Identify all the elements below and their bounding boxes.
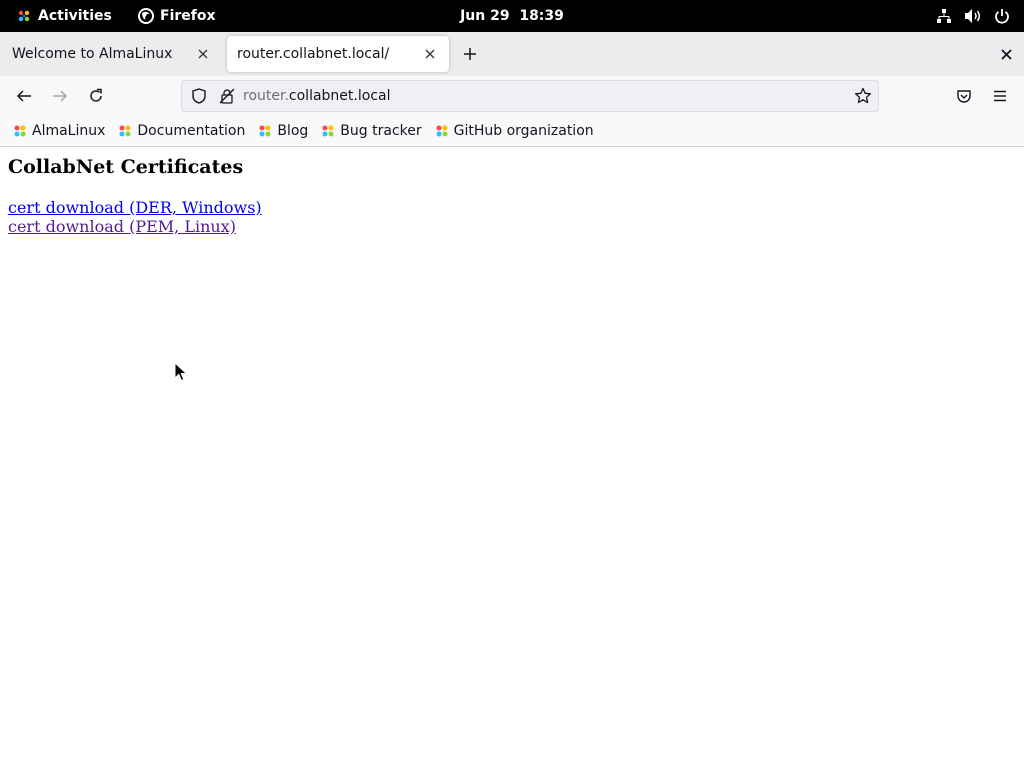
window-close-icon[interactable] xyxy=(996,44,1016,64)
forward-arrow-icon[interactable] xyxy=(48,84,72,108)
close-tab-icon[interactable] xyxy=(194,45,212,63)
clock-button[interactable]: Jun 29 18:39 xyxy=(460,8,564,24)
almalinux-favicon-icon xyxy=(12,123,28,139)
page-content: CollabNet Certificates cert download (DE… xyxy=(0,148,1024,768)
url-subdomain: router. xyxy=(243,88,289,104)
tab-title: Welcome to AlmaLinux xyxy=(12,46,173,62)
almalinux-favicon-icon xyxy=(320,123,336,139)
bookmark-star-icon[interactable] xyxy=(854,87,872,105)
tab-router-collabnet[interactable]: router.collabnet.local/ xyxy=(227,36,449,72)
bookmark-label: GitHub organization xyxy=(453,123,594,139)
tab-title: router.collabnet.local/ xyxy=(237,46,390,62)
cert-download-der-link[interactable]: cert download (DER, Windows) xyxy=(8,198,262,217)
tracking-protection-shield-icon[interactable] xyxy=(190,87,208,105)
bookmark-label: Documentation xyxy=(137,123,246,139)
activities-label: Activities xyxy=(38,8,112,24)
close-tab-icon[interactable] xyxy=(421,45,439,63)
navigation-toolbar: router. collabnet.local xyxy=(0,76,1024,116)
mouse-pointer-icon xyxy=(174,361,188,382)
tab-almalinux-welcome[interactable]: Welcome to AlmaLinux xyxy=(2,36,222,72)
system-tray[interactable] xyxy=(936,0,1010,32)
url-text[interactable]: router. collabnet.local xyxy=(243,81,390,111)
url-domain: collabnet.local xyxy=(288,88,391,104)
insecure-lock-icon[interactable] xyxy=(218,87,236,105)
new-tab-plus-icon[interactable] xyxy=(458,42,482,66)
time-label: 18:39 xyxy=(519,8,564,24)
reload-icon[interactable] xyxy=(84,84,108,108)
bookmark-documentation[interactable]: Documentation xyxy=(115,119,247,143)
back-arrow-icon[interactable] xyxy=(12,84,36,108)
almalinux-logo-icon xyxy=(16,8,32,24)
tab-strip: Welcome to AlmaLinux router.collabnet.lo… xyxy=(0,32,1024,76)
app-menu-button[interactable]: Firefox xyxy=(138,0,216,32)
date-label: Jun 29 xyxy=(460,8,510,24)
almalinux-favicon-icon xyxy=(117,123,133,139)
bookmark-label: AlmaLinux xyxy=(32,123,106,139)
volume-icon[interactable] xyxy=(964,8,982,24)
power-icon[interactable] xyxy=(994,8,1010,24)
hamburger-menu-icon[interactable] xyxy=(988,84,1012,108)
address-bar[interactable]: router. collabnet.local xyxy=(181,80,879,112)
bookmark-bug-tracker[interactable]: Bug tracker xyxy=(318,119,423,143)
activities-button[interactable]: Activities xyxy=(16,0,112,32)
network-icon[interactable] xyxy=(936,8,952,24)
bookmark-github-organization[interactable]: GitHub organization xyxy=(432,119,596,143)
cert-download-pem-link[interactable]: cert download (PEM, Linux) xyxy=(8,217,262,236)
bookmarks-toolbar: AlmaLinux Documentation Blog Bug tracker… xyxy=(0,116,1024,147)
bookmark-label: Blog xyxy=(277,123,309,139)
system-top-bar: Activities Firefox Jun 29 18:39 xyxy=(0,0,1024,32)
app-name: Firefox xyxy=(160,8,216,24)
pocket-icon[interactable] xyxy=(952,84,976,108)
page-heading: CollabNet Certificates xyxy=(8,156,244,178)
bookmark-almalinux[interactable]: AlmaLinux xyxy=(10,119,107,143)
firefox-icon xyxy=(138,8,154,24)
bookmark-blog[interactable]: Blog xyxy=(255,119,310,143)
almalinux-favicon-icon xyxy=(257,123,273,139)
almalinux-favicon-icon xyxy=(434,123,450,139)
bookmark-label: Bug tracker xyxy=(340,123,422,139)
download-links: cert download (DER, Windows) cert downlo… xyxy=(8,198,262,236)
